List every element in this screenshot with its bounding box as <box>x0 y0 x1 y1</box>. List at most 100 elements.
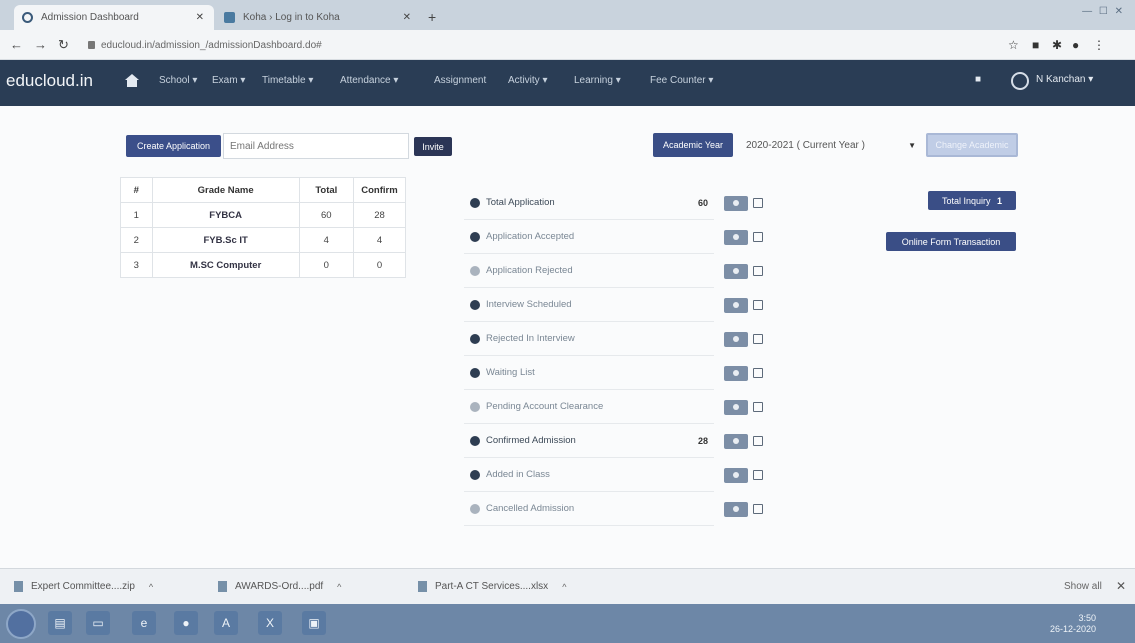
view-button[interactable] <box>724 195 748 211</box>
download-item[interactable]: Expert Committee....zip ^ <box>14 581 153 592</box>
close-tab-icon[interactable]: ✕ <box>196 12 204 23</box>
view-button[interactable] <box>724 297 748 313</box>
view-button[interactable] <box>724 365 748 381</box>
change-academic-button[interactable]: Change Academic <box>926 133 1018 157</box>
forward-icon[interactable]: → <box>34 37 47 52</box>
edit-icon[interactable] <box>753 504 763 514</box>
grade-name: FYBCA <box>151 202 300 228</box>
folder-icon[interactable]: ▭ <box>86 611 110 635</box>
menu-kebab-icon[interactable]: ⋮ <box>1093 38 1105 52</box>
status-added-in-class[interactable]: Added in Class <box>464 458 714 492</box>
menu-learning[interactable]: Learning ▾ <box>574 75 621 86</box>
user-menu[interactable]: N Kanchan ▾ <box>1036 74 1093 85</box>
user-avatar-icon[interactable] <box>1011 72 1029 90</box>
edit-icon[interactable] <box>753 198 763 208</box>
chevron-up-icon[interactable]: ^ <box>337 582 341 592</box>
edit-icon[interactable] <box>753 470 763 480</box>
address-bar-row: ← → ↻ educloud.in/admission_/admissionDa… <box>0 30 1135 60</box>
tab-koha-login[interactable]: Koha › Log in to Koha ✕ <box>216 5 421 30</box>
acrobat-icon[interactable]: A <box>214 611 238 635</box>
status-count: 60 <box>697 197 708 208</box>
status-pending-account-clearance[interactable]: Pending Account Clearance <box>464 390 714 424</box>
edit-icon[interactable] <box>753 266 763 276</box>
menu-fee-counter[interactable]: Fee Counter ▾ <box>650 75 713 86</box>
star-icon[interactable]: ☆ <box>1008 38 1019 52</box>
home-icon[interactable] <box>125 74 139 87</box>
online-form-transaction-button[interactable]: Online Form Transaction <box>886 232 1016 251</box>
new-tab-icon[interactable]: + <box>428 9 436 25</box>
total-inquiry-button[interactable]: Total Inquiry 1 <box>928 191 1016 210</box>
email-address-input[interactable] <box>223 133 409 159</box>
status-cancelled-admission[interactable]: Cancelled Admission <box>464 492 714 526</box>
view-button[interactable] <box>724 229 748 245</box>
download-item[interactable]: Part-A CT Services....xlsx ^ <box>418 581 566 592</box>
edit-icon[interactable] <box>753 300 763 310</box>
eye-icon <box>733 336 739 342</box>
chevron-up-icon[interactable]: ^ <box>562 582 566 592</box>
status-application-rejected[interactable]: Application Rejected <box>464 254 714 288</box>
create-application-button[interactable]: Create Application <box>126 135 221 157</box>
profile-icon[interactable]: ● <box>1072 38 1079 52</box>
site-favicon-icon <box>22 12 33 23</box>
back-icon[interactable]: ← <box>10 37 23 52</box>
academic-year-button[interactable]: Academic Year <box>653 133 733 157</box>
menu-attendance[interactable]: Attendance ▾ <box>340 75 398 86</box>
status-interview-scheduled[interactable]: Interview Scheduled <box>464 288 714 322</box>
extension-icon[interactable]: ■ <box>1032 38 1039 52</box>
show-all-downloads-link[interactable]: Show all <box>1064 581 1102 592</box>
status-rejected-in-interview[interactable]: Rejected In Interview <box>464 322 714 356</box>
menu-activity[interactable]: Activity ▾ <box>508 75 547 86</box>
status-label: Interview Scheduled <box>486 299 572 310</box>
menu-timetable[interactable]: Timetable ▾ <box>262 75 313 86</box>
menu-exam[interactable]: Exam ▾ <box>212 75 245 86</box>
internet-explorer-icon[interactable]: e <box>132 611 156 635</box>
menu-assignment[interactable]: Assignment <box>434 75 486 86</box>
status-label: Total Application <box>486 197 555 208</box>
notification-icon[interactable]: ■ <box>975 74 981 85</box>
invite-button[interactable]: Invite <box>414 137 452 156</box>
tab-admission-dashboard[interactable]: Admission Dashboard ✕ <box>14 5 214 30</box>
window-controls-icon[interactable]: — ☐ ✕ <box>1082 6 1125 17</box>
download-item[interactable]: AWARDS-Ord....pdf ^ <box>218 581 341 592</box>
status-total-application[interactable]: Total Application 60 <box>464 186 714 220</box>
start-button[interactable] <box>6 609 36 639</box>
status-circle-icon <box>470 503 480 514</box>
view-button[interactable] <box>724 467 748 483</box>
academic-year-select[interactable]: 2020-2021 ( Current Year ) ▼ <box>742 134 924 156</box>
reload-icon[interactable]: ↻ <box>58 37 69 53</box>
grade-total: 60 <box>298 202 354 228</box>
eye-icon <box>733 302 739 308</box>
close-icon[interactable]: ✕ <box>1116 579 1126 593</box>
file-explorer-icon[interactable]: ▤ <box>48 611 72 635</box>
url-field[interactable]: educloud.in/admission_/admissionDashboar… <box>88 35 978 55</box>
chevron-up-icon[interactable]: ^ <box>149 582 153 592</box>
view-button[interactable] <box>724 331 748 347</box>
view-button[interactable] <box>724 433 748 449</box>
row-number: 3 <box>120 252 153 278</box>
view-button[interactable] <box>724 399 748 415</box>
view-button[interactable] <box>724 501 748 517</box>
zip-file-icon <box>14 581 23 592</box>
close-tab-icon[interactable]: ✕ <box>403 12 411 23</box>
status-confirmed-admission[interactable]: Confirmed Admission 28 <box>464 424 714 458</box>
edit-icon[interactable] <box>753 436 763 446</box>
lock-icon <box>88 41 95 49</box>
status-waiting-list[interactable]: Waiting List <box>464 356 714 390</box>
edit-icon[interactable] <box>753 334 763 344</box>
edit-icon[interactable] <box>753 368 763 378</box>
grade-name: M.SC Computer <box>151 252 300 278</box>
grade-total: 4 <box>298 227 354 253</box>
terminal-icon[interactable]: ▣ <box>302 611 326 635</box>
puzzle-icon[interactable]: ✱ <box>1052 38 1062 52</box>
status-label: Application Accepted <box>486 231 575 242</box>
edit-icon[interactable] <box>753 232 763 242</box>
excel-icon[interactable]: X <box>258 611 282 635</box>
chrome-icon[interactable]: ● <box>174 611 198 635</box>
edit-icon[interactable] <box>753 402 763 412</box>
system-tray-clock[interactable]: 3:50 26-12-2020 <box>1050 613 1096 635</box>
menu-school[interactable]: School ▾ <box>159 75 197 86</box>
view-button[interactable] <box>724 263 748 279</box>
status-label: Pending Account Clearance <box>486 401 604 412</box>
status-application-accepted[interactable]: Application Accepted <box>464 220 714 254</box>
brand-logo[interactable]: educloud.in <box>6 71 93 91</box>
